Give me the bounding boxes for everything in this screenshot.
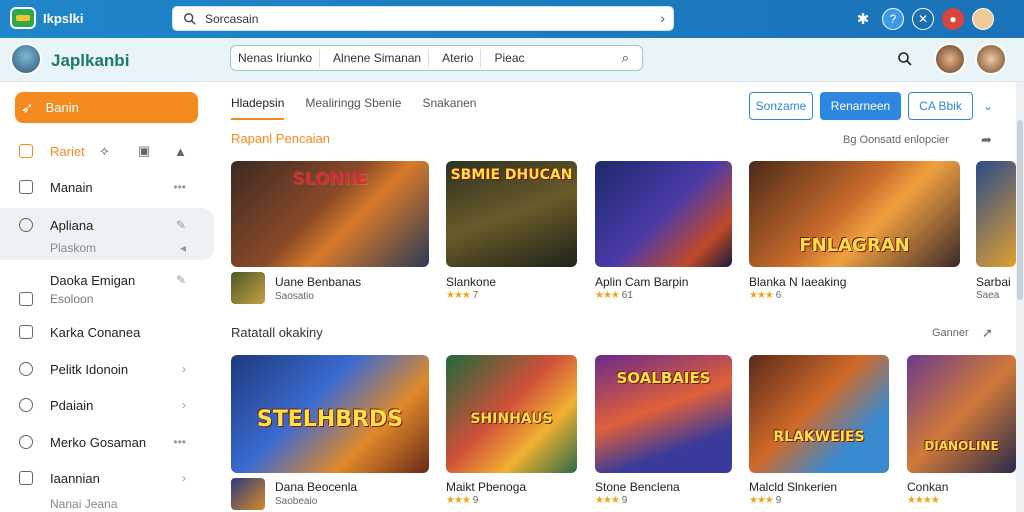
sidebar-item-pelitk[interactable]: Pelitk Idonoin › <box>0 356 214 382</box>
sidebar-item-karka[interactable]: Karka Conanea <box>0 319 214 345</box>
arrow-icon[interactable]: ◂ <box>180 241 186 255</box>
blank-icon <box>19 273 33 287</box>
game-thumbnail[interactable] <box>595 161 732 267</box>
sidebar-item-plaskom[interactable]: Plaskom ◂ <box>0 240 214 256</box>
game-thumbnail[interactable]: FNLAGRAN <box>749 161 960 267</box>
calendar-icon <box>19 144 33 158</box>
renarneen-button[interactable]: Renarneen <box>820 92 901 120</box>
puzzle-icon[interactable]: ✱ <box>852 8 874 30</box>
rating-stars: ★★★ <box>595 290 620 301</box>
sidebar-item-pdaiain[interactable]: Pdaiain › <box>0 392 214 418</box>
bars-icon <box>19 241 33 255</box>
sidebar-primary-button[interactable]: ➶ Banin <box>15 92 198 123</box>
blank-icon <box>19 497 33 511</box>
sidebar-item-iaannian[interactable]: Iaannian › <box>0 465 214 491</box>
sub-header: Japlkanbi Nenas Iriunko Alnene Simanan A… <box>0 38 1024 82</box>
avatar[interactable] <box>934 43 966 75</box>
filter-option-3[interactable]: Aterio <box>435 51 480 65</box>
rating-stars: ★★★ <box>446 290 471 301</box>
edit-icon[interactable]: ✎ <box>176 218 186 232</box>
scrollbar-thumb[interactable] <box>1017 120 1023 300</box>
rating-stars: ★★★ <box>749 495 774 506</box>
document-icon <box>19 325 33 339</box>
tab-bar: Hladepsin Mealiringg Sbenie Snakanen <box>231 96 476 120</box>
filter-option-1[interactable]: Nenas Iriunko <box>231 51 319 65</box>
game-thumbnail[interactable]: STELHBRDS <box>231 355 429 473</box>
game-icon <box>231 272 265 304</box>
game-thumbnail[interactable] <box>976 161 1016 267</box>
inbox-icon <box>19 180 33 194</box>
game-thumbnail[interactable]: SLONIIE <box>231 161 429 267</box>
rating-stars: ★★★★ <box>907 495 940 506</box>
square-icon <box>19 471 33 485</box>
brand-name: Japlkanbi <box>51 51 130 70</box>
twitter-icon[interactable]: ✕ <box>912 8 934 30</box>
tab-3[interactable]: Snakanen <box>422 96 476 120</box>
filter-option-4[interactable]: Pieac <box>487 51 531 65</box>
tab-1[interactable]: Hladepsin <box>231 96 285 120</box>
chevron-down-icon[interactable]: ⌄ <box>983 99 993 113</box>
sidebar: ➶ Banin Rariet ⟡ ▣ ▲ Manain ••• Apliana … <box>0 82 214 512</box>
sidebar-item-esoloon[interactable]: Esoloon <box>0 286 214 312</box>
share-icon[interactable]: ➦ <box>981 132 992 148</box>
avatar[interactable] <box>975 43 1007 75</box>
filter-bar[interactable]: Nenas Iriunko Alnene Simanan Aterio Piea… <box>230 45 643 71</box>
tab-2[interactable]: Mealiringg Sbenie <box>305 96 401 120</box>
list-icon <box>19 292 33 306</box>
game-thumbnail[interactable]: SHINHAUS <box>446 355 577 473</box>
rating-stars: ★★★ <box>749 290 774 301</box>
sidebar-item-nanai[interactable]: Nanai Jeana <box>0 496 214 512</box>
edit-icon[interactable]: ✎ <box>176 273 186 287</box>
more-icon[interactable]: ••• <box>173 435 186 449</box>
ca-bbik-button[interactable]: CA Bbik <box>908 92 973 120</box>
help-icon[interactable]: ? <box>882 8 904 30</box>
section-link[interactable]: Bg Oonsatd enlopcier <box>843 134 949 146</box>
chevron-right-icon[interactable]: › <box>182 471 186 485</box>
top-bar: Ikpslki › ✱ ? ✕ ● <box>0 0 1024 38</box>
star-icon <box>19 218 33 232</box>
section-title: Rapanl Pencaian <box>231 131 331 146</box>
game-thumbnail[interactable]: RLAKWEIES <box>749 355 889 473</box>
game-thumbnail[interactable]: SOALBAIES <box>595 355 732 473</box>
section-link[interactable]: Ganner <box>932 327 969 339</box>
chevron-right-icon[interactable]: › <box>660 10 665 26</box>
sidebar-item-apliana[interactable]: Apliana ✎ <box>0 212 214 238</box>
search-icon <box>184 13 196 25</box>
profile-avatar-icon[interactable] <box>972 8 994 30</box>
trash-icon[interactable]: ▲ <box>174 144 187 159</box>
game-avatar-icon[interactable]: ● <box>942 8 964 30</box>
app-logo-icon[interactable] <box>10 7 36 29</box>
chevron-right-icon[interactable]: › <box>182 362 186 376</box>
top-search-bar[interactable]: › <box>172 6 674 31</box>
search-icon[interactable]: ⌕ <box>615 50 636 66</box>
person-icon <box>19 362 33 376</box>
chevron-right-icon[interactable]: › <box>182 398 186 412</box>
sonzame-button[interactable]: Sonzame <box>749 92 813 120</box>
sidebar-item-rariet[interactable]: Rariet ⟡ ▣ ▲ <box>0 138 214 164</box>
section-title: Ratatall okakiny <box>231 325 323 340</box>
filter-option-2[interactable]: Alnene Simanan <box>326 51 428 65</box>
user-icon <box>19 398 33 412</box>
search-input[interactable] <box>205 10 645 28</box>
sidebar-item-merko[interactable]: Merko Gosaman ••• <box>0 429 214 455</box>
clock-icon <box>19 435 33 449</box>
rocket-icon: ➶ <box>21 99 34 117</box>
arrow-right-icon[interactable]: ➚ <box>982 325 993 341</box>
rating-stars: ★★★ <box>446 495 471 506</box>
user-avatar[interactable] <box>10 43 42 75</box>
app-title: Ikpslki <box>43 11 84 26</box>
game-icon <box>231 478 265 510</box>
game-thumbnail[interactable]: DIANOLINE <box>907 355 1016 473</box>
more-icon[interactable]: ••• <box>173 180 186 194</box>
folder-icon[interactable]: ▣ <box>138 143 150 159</box>
search-icon[interactable] <box>897 51 913 67</box>
game-thumbnail[interactable]: SBMIE DHUCAN <box>446 161 577 267</box>
sidebar-item-manain[interactable]: Manain ••• <box>0 174 214 200</box>
rating-stars: ★★★ <box>595 495 620 506</box>
leaf-icon[interactable]: ⟡ <box>100 143 109 159</box>
